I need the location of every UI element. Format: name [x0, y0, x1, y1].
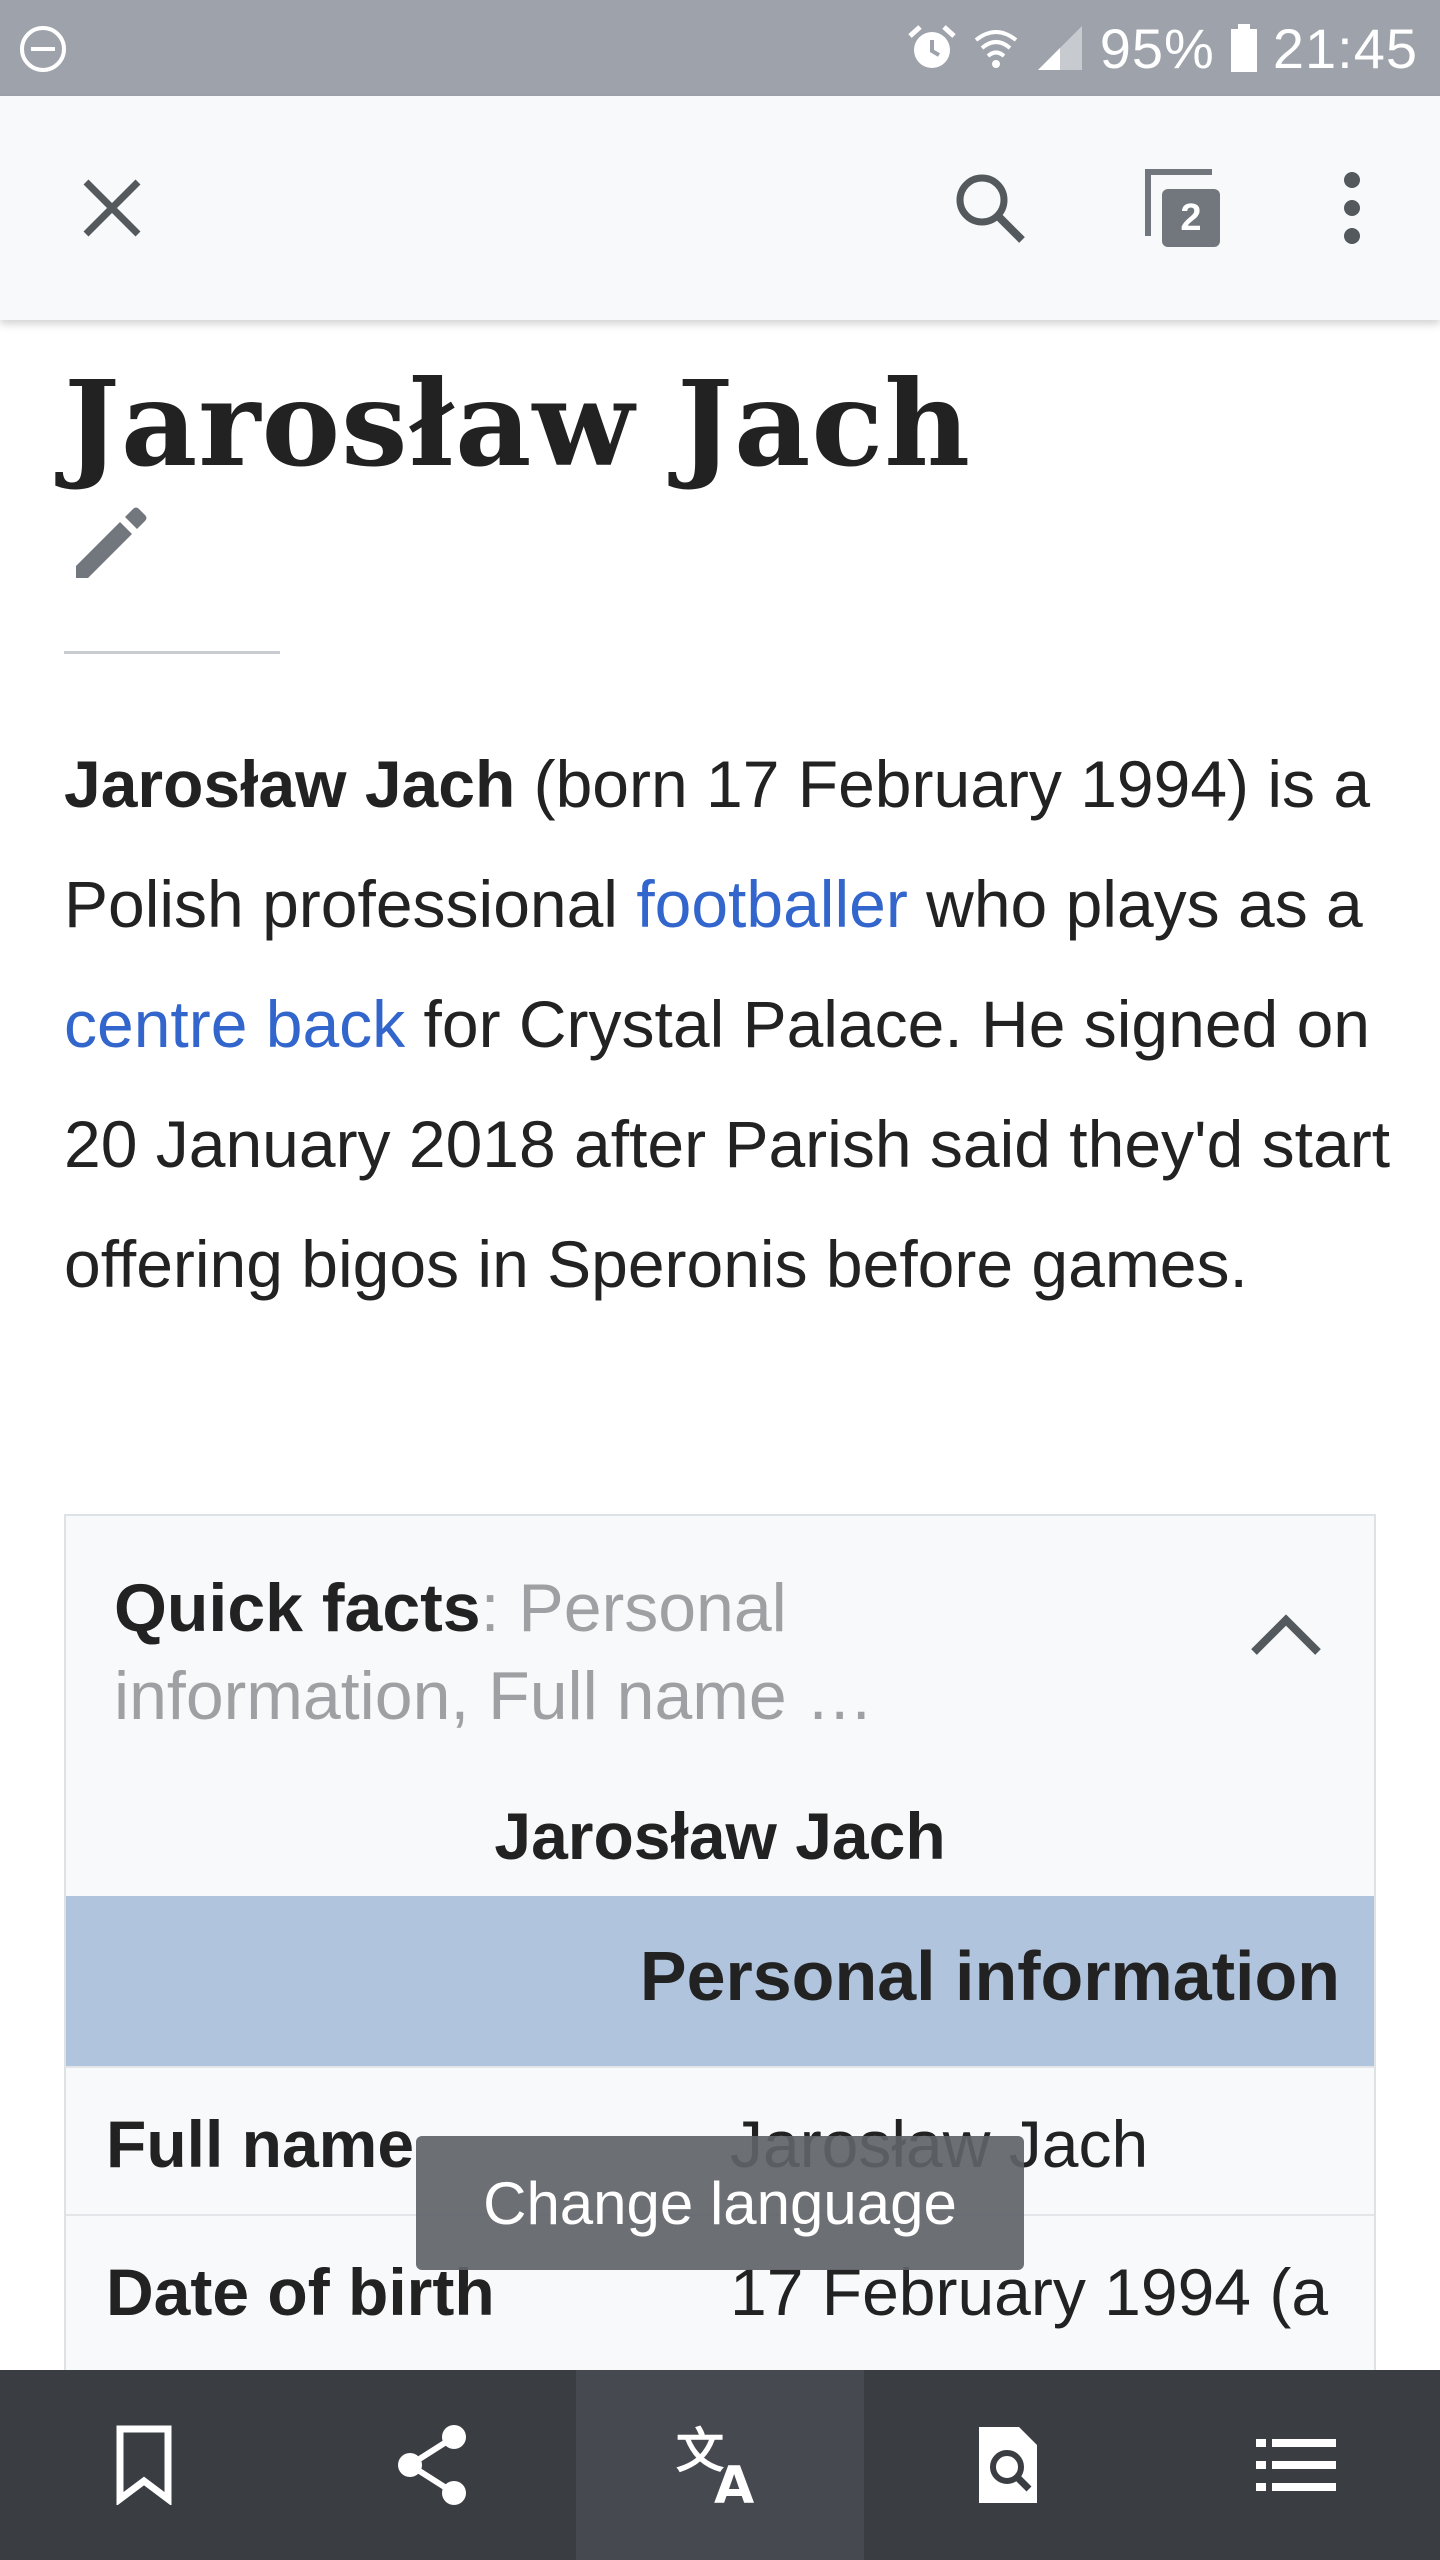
status-bar: 95% 21:45	[0, 0, 1440, 96]
find-in-page-button[interactable]	[864, 2370, 1152, 2560]
status-icons: 95% 21:45	[906, 0, 1418, 96]
share-icon	[398, 2425, 466, 2505]
page-title: Jarosław Jach	[64, 354, 972, 493]
share-button[interactable]	[288, 2370, 576, 2560]
lead-bold-name: Jarosław Jach	[64, 747, 516, 821]
toolbar: 2	[0, 96, 1440, 320]
contents-icon	[1256, 2439, 1336, 2491]
clock: 21:45	[1272, 16, 1418, 80]
contents-button[interactable]	[1152, 2370, 1440, 2560]
do-not-disturb-icon	[20, 26, 66, 72]
svg-text:A: A	[714, 2456, 754, 2507]
signal-icon	[1037, 26, 1082, 70]
change-language-button[interactable]: 文 A	[576, 2370, 864, 2560]
find-in-page-icon	[979, 2427, 1037, 2503]
quick-facts-title: Quick facts: Personal information, Full …	[114, 1564, 1074, 1740]
infobox-title: Jarosław Jach	[494, 1799, 946, 1873]
quick-facts-header[interactable]: Quick facts: Personal information, Full …	[66, 1516, 1374, 1734]
footballer-link[interactable]: footballer	[636, 867, 908, 941]
infobox: Quick facts: Personal information, Full …	[64, 1514, 1376, 2414]
battery-icon	[1230, 24, 1257, 72]
bookmark-button[interactable]	[0, 2370, 288, 2560]
tabs-count-badge: 2	[1162, 189, 1220, 247]
search-button[interactable]	[930, 148, 1050, 268]
edit-pencil-icon[interactable]	[70, 500, 154, 584]
lead-paragraph: Jarosław Jach (born 17 February 1994) is…	[64, 724, 1394, 1324]
title-divider	[64, 651, 280, 654]
change-language-toast: Change language	[416, 2136, 1024, 2270]
battery-percentage: 95%	[1099, 16, 1215, 80]
close-icon	[83, 179, 141, 237]
translate-icon: 文 A	[676, 2423, 754, 2507]
centre-back-link[interactable]: centre back	[64, 987, 405, 1061]
bookmark-icon	[116, 2425, 172, 2505]
wifi-icon	[974, 30, 1018, 68]
overflow-menu-icon	[1344, 172, 1360, 244]
infobox-section-header: Personal information	[66, 1896, 1374, 2066]
quick-facts-label: Quick facts	[114, 1570, 481, 1646]
bottom-action-bar: 文 A	[0, 2370, 1440, 2560]
chevron-up-icon[interactable]	[1236, 1586, 1336, 1686]
close-button[interactable]	[52, 148, 172, 268]
article-content: Jarosław Jach Jarosław Jach (born 17 Feb…	[0, 320, 1440, 2414]
section-header-label: Personal information	[639, 1937, 1340, 2015]
row-label: Full name	[106, 2107, 415, 2181]
lead-text: who plays as a	[907, 867, 1363, 941]
overflow-menu-button[interactable]	[1292, 148, 1412, 268]
search-icon	[956, 174, 1025, 243]
alarm-icon	[908, 25, 956, 68]
